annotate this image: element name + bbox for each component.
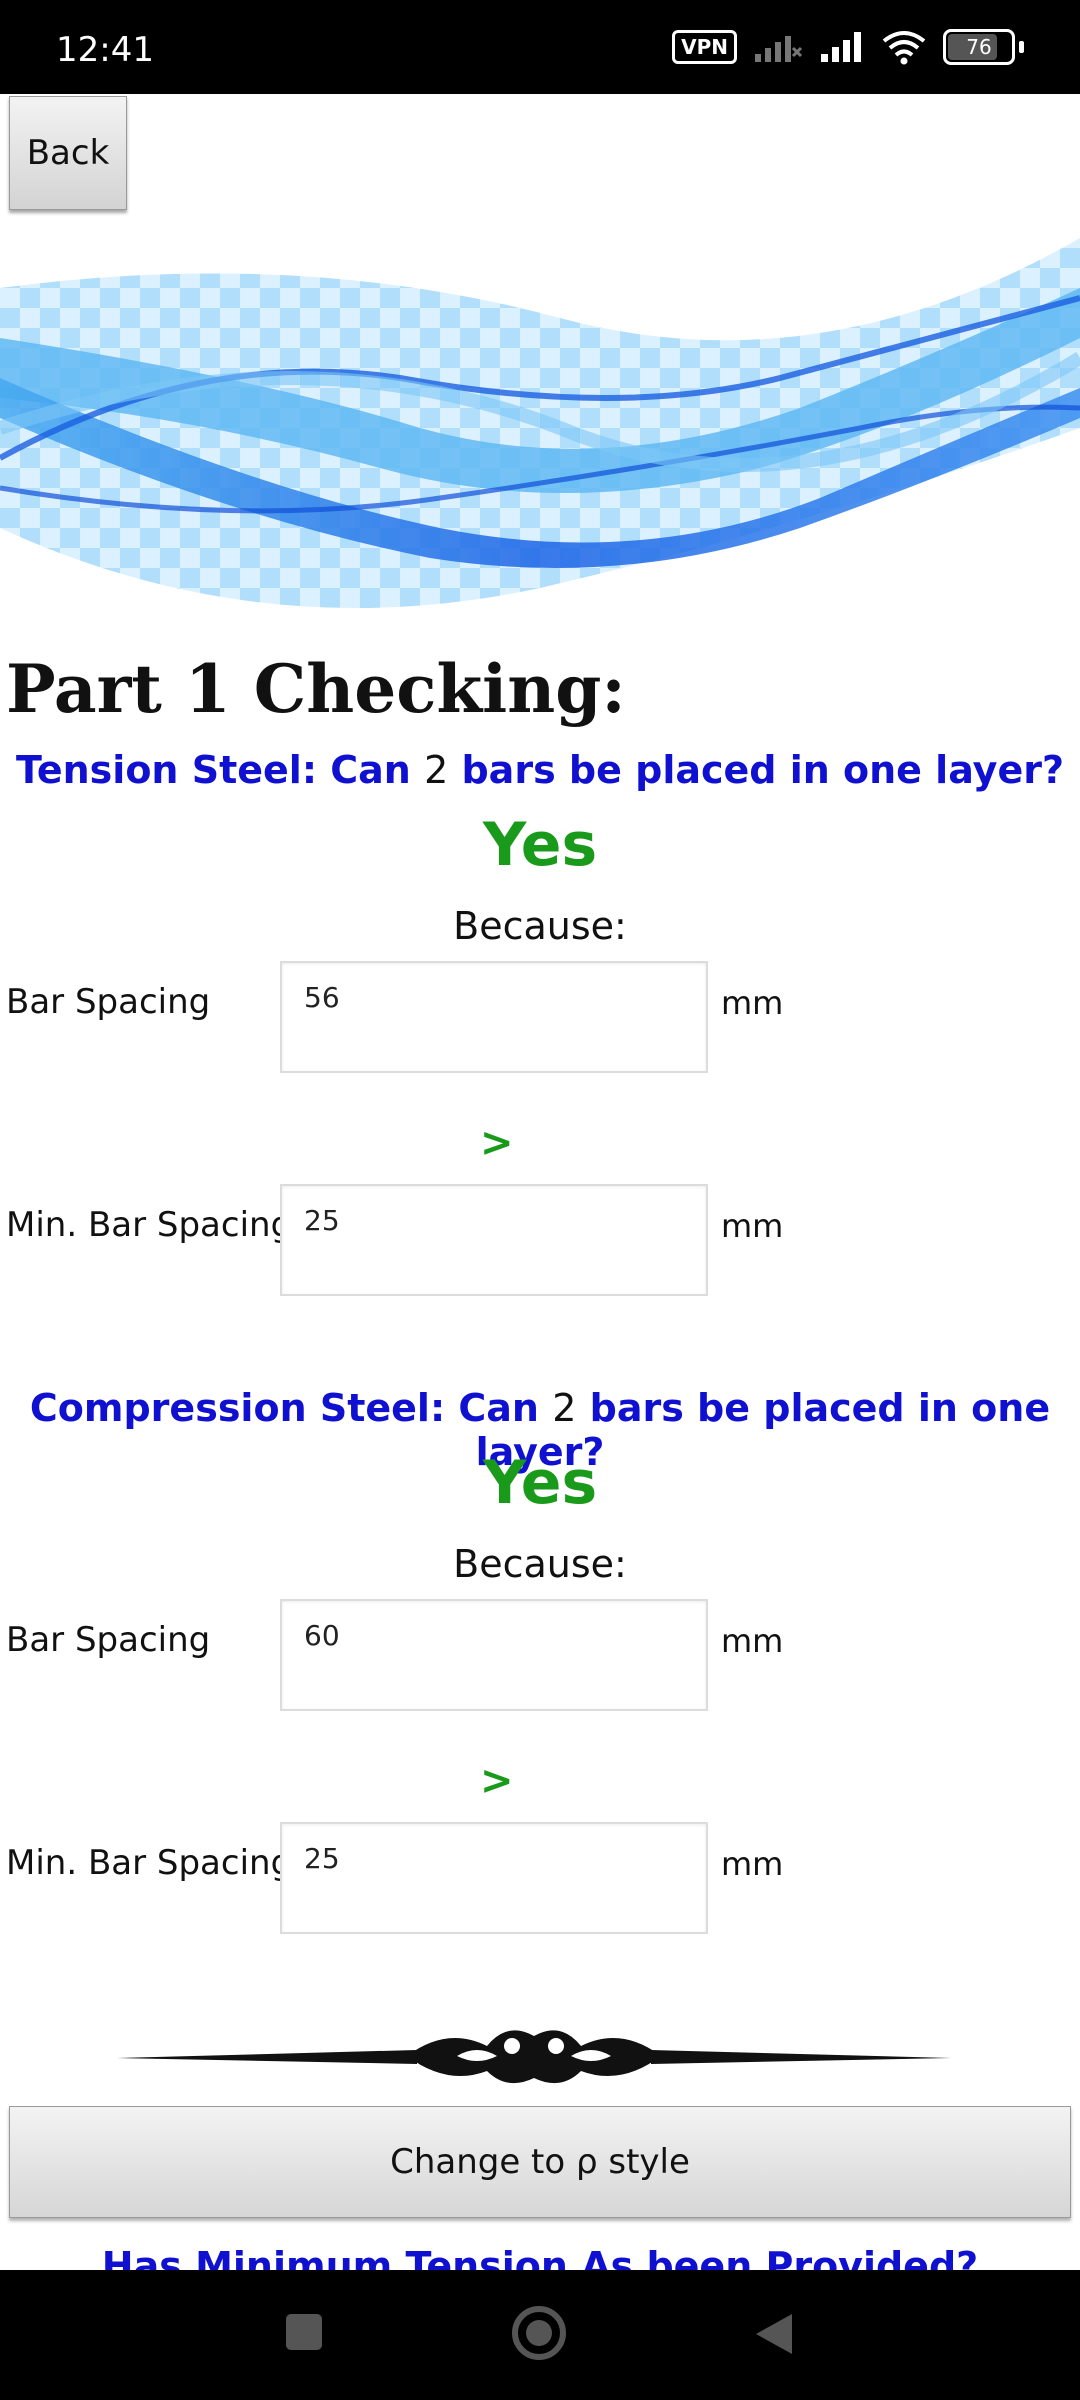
compression-bar-spacing-unit: mm bbox=[721, 1622, 784, 1660]
tension-question: Tension Steel: Can 2 bars be placed in o… bbox=[15, 748, 1065, 792]
compression-answer: Yes bbox=[482, 1448, 598, 1518]
tension-answer: Yes bbox=[482, 810, 598, 880]
compression-bar-count: 2 bbox=[552, 1386, 577, 1430]
vpn-icon: VPN bbox=[672, 30, 737, 64]
tension-bar-spacing-unit: mm bbox=[721, 984, 784, 1022]
back-nav-icon[interactable] bbox=[752, 2310, 796, 2358]
tension-bar-spacing-field[interactable]: 56 bbox=[280, 961, 708, 1073]
home-icon[interactable] bbox=[510, 2304, 568, 2362]
tension-min-spacing-label: Min. Bar Spacing bbox=[6, 1205, 293, 1245]
page-title: Part 1 Checking: bbox=[6, 650, 626, 728]
tension-min-spacing-field[interactable]: 25 bbox=[280, 1184, 708, 1296]
wifi-icon bbox=[882, 31, 926, 65]
tension-min-spacing-unit: mm bbox=[721, 1207, 784, 1245]
tension-bar-count: 2 bbox=[424, 748, 449, 792]
status-time: 12:41 bbox=[56, 30, 154, 70]
ornament-divider-image bbox=[117, 2030, 951, 2084]
signal-icon bbox=[821, 32, 861, 62]
compression-min-spacing-field[interactable]: 25 bbox=[280, 1822, 708, 1934]
back-button[interactable]: Back bbox=[9, 96, 127, 210]
recents-icon[interactable] bbox=[282, 2310, 326, 2354]
compression-because-label: Because: bbox=[453, 1542, 627, 1586]
compression-bar-spacing-field[interactable]: 60 bbox=[280, 1599, 708, 1711]
compression-comparator: > bbox=[480, 1758, 514, 1804]
tension-comparator: > bbox=[480, 1120, 514, 1166]
status-icons: VPN 76 bbox=[672, 24, 1024, 70]
change-style-button[interactable]: Change to ρ style bbox=[9, 2106, 1071, 2218]
battery-icon: 76 bbox=[943, 29, 1015, 65]
battery-level: 76 bbox=[966, 35, 992, 59]
compression-bar-spacing-label: Bar Spacing bbox=[6, 1620, 211, 1660]
wave-banner-image bbox=[0, 238, 1080, 608]
compression-min-spacing-unit: mm bbox=[721, 1845, 784, 1883]
tension-because-label: Because: bbox=[453, 904, 627, 948]
compression-min-spacing-label: Min. Bar Spacing bbox=[6, 1843, 293, 1883]
next-section-heading: Has Minimum Tension As been Provided? bbox=[101, 2244, 979, 2270]
navigation-bar bbox=[0, 2270, 1080, 2400]
tension-bar-spacing-label: Bar Spacing bbox=[6, 982, 211, 1022]
status-bar: 12:41 VPN 76 bbox=[0, 0, 1080, 94]
no-signal-icon bbox=[755, 36, 803, 62]
